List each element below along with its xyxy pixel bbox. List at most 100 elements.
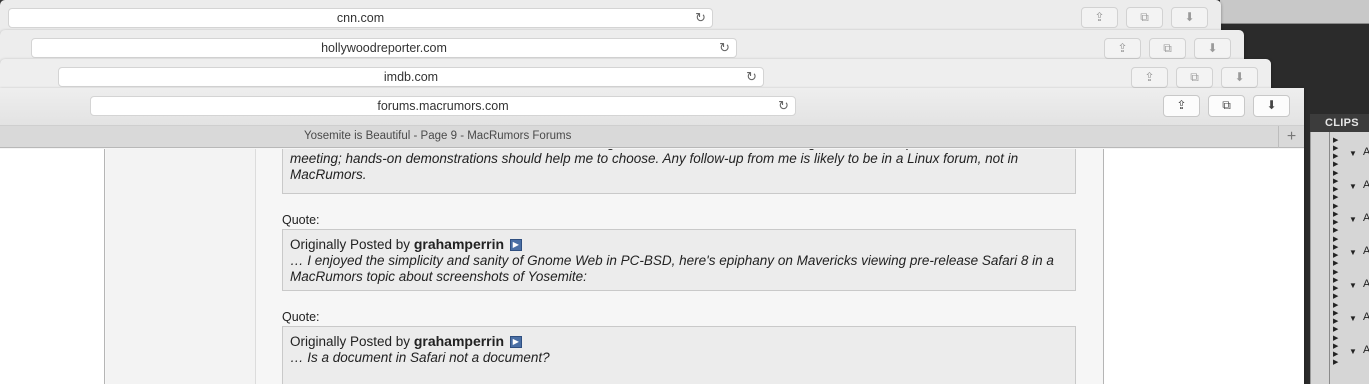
share-icon: ⇪ xyxy=(1117,41,1128,55)
disclosure-small-icon: ▶ xyxy=(1333,170,1339,177)
disclosure-small-icon: ▶ xyxy=(1333,260,1339,267)
download-icon: ⬇ xyxy=(1184,10,1195,24)
disclosure-small-icon: ▶ xyxy=(1333,219,1339,226)
tabs-icon: ⧉ xyxy=(1222,98,1231,112)
url-text: hollywoodreporter.com xyxy=(321,41,447,55)
disclosure-small-icon: ▶ xyxy=(1333,186,1339,193)
disclosure-small-icon: ▶ xyxy=(1333,310,1339,317)
address-bar[interactable]: hollywoodreporter.com ↻ xyxy=(31,38,737,58)
disclosure-small-icon: ▶ xyxy=(1333,277,1339,284)
view-post-icon[interactable]: ▶ xyxy=(509,336,522,349)
downloads-button[interactable]: ⬇ xyxy=(1194,38,1231,59)
show-tabs-button[interactable]: ⧉ xyxy=(1176,67,1213,88)
disclosure-down-icon[interactable]: ▼ xyxy=(1349,314,1357,323)
clips-panel: ▶ ▶ ▶ ▶ ▼ A ▶ ▶ ▶ ▶ ▼ A ▶ ▶ ▶ ▶ ▼ A ▶ ▶ ▶ ▶ ▼ A ▶ ▶ ▶ ▶ ▼ A ▶ ▶ ▶ ▶ ▼ A ▶ ▶ ▶ ▶… xyxy=(1310,132,1369,384)
disclosure-down-icon[interactable]: ▼ xyxy=(1349,281,1357,290)
clip-label: A xyxy=(1363,179,1369,191)
disclosure-small-icon: ▶ xyxy=(1333,244,1339,251)
tabs-icon: ⧉ xyxy=(1163,41,1172,55)
tab-active[interactable]: Yosemite is Beautiful - Page 9 - MacRumo… xyxy=(304,130,571,142)
disclosure-small-icon: ▶ xyxy=(1333,359,1339,366)
disclosure-small-icon: ▶ xyxy=(1333,178,1339,185)
clip-row[interactable]: ▶ ▶ ▶ ▶ ▼ A xyxy=(1311,334,1369,367)
quote-author[interactable]: grahamperrin xyxy=(414,236,504,252)
new-tab-button[interactable]: + xyxy=(1278,126,1304,148)
toolbar: forums.macrumors.com ↻ ⇪ ⧉ ⬇ xyxy=(0,88,1304,126)
address-bar[interactable]: cnn.com ↻ xyxy=(8,8,713,28)
disclosure-small-icon: ▶ xyxy=(1333,252,1339,259)
disclosure-small-icon: ▶ xyxy=(1333,326,1339,333)
clip-label: A xyxy=(1363,344,1369,356)
download-icon: ⬇ xyxy=(1207,41,1218,55)
quote-box-continued: combined. I'm familiar with Ubuntu but t… xyxy=(282,149,1076,194)
quote-author[interactable]: grahamperrin xyxy=(414,333,504,349)
disclosure-small-icon: ▶ xyxy=(1333,227,1339,234)
show-tabs-button[interactable]: ⧉ xyxy=(1126,7,1163,28)
address-bar[interactable]: forums.macrumors.com ↻ xyxy=(90,96,796,116)
disclosure-small-icon: ▶ xyxy=(1333,285,1339,292)
url-text: forums.macrumors.com xyxy=(377,99,509,113)
downloads-button[interactable]: ⬇ xyxy=(1221,67,1258,88)
disclosure-small-icon: ▶ xyxy=(1333,161,1339,168)
disclosure-small-icon: ▶ xyxy=(1333,236,1339,243)
tabs-icon: ⧉ xyxy=(1190,70,1199,84)
disclosure-down-icon[interactable]: ▼ xyxy=(1349,347,1357,356)
disclosure-down-icon[interactable]: ▼ xyxy=(1349,248,1357,257)
download-icon: ⬇ xyxy=(1266,98,1277,112)
disclosure-small-icon: ▶ xyxy=(1333,203,1339,210)
disclosure-small-icon: ▶ xyxy=(1333,137,1339,144)
downloads-button[interactable]: ⬇ xyxy=(1171,7,1208,28)
disclosure-small-icon: ▶ xyxy=(1333,335,1339,342)
share-icon: ⇪ xyxy=(1094,10,1105,24)
quote-text: … Is a document in Safari not a document… xyxy=(290,350,550,365)
background-app-titlebar xyxy=(1220,0,1369,24)
quote-label: Quote: xyxy=(282,310,320,324)
address-bar[interactable]: imdb.com ↻ xyxy=(58,67,764,87)
clip-label: A xyxy=(1363,212,1369,224)
url-text: cnn.com xyxy=(336,11,385,25)
quote-text: … I enjoyed the simplicity and sanity of… xyxy=(290,253,1054,284)
share-button[interactable]: ⇪ xyxy=(1131,67,1168,88)
tab-bar: Yosemite is Beautiful - Page 9 - MacRumo… xyxy=(0,126,1304,148)
originally-posted-by: Originally Posted by xyxy=(290,237,411,252)
clip-row[interactable]: ▶ ▶ ▶ ▶ ▼ A xyxy=(1311,235,1369,268)
clip-row[interactable]: ▶ ▶ ▶ ▶ ▼ A xyxy=(1311,301,1369,334)
disclosure-down-icon[interactable]: ▼ xyxy=(1349,149,1357,158)
share-icon: ⇪ xyxy=(1176,98,1187,112)
disclosure-down-icon[interactable]: ▼ xyxy=(1349,215,1357,224)
disclosure-down-icon[interactable]: ▼ xyxy=(1349,182,1357,191)
view-post-icon[interactable]: ▶ xyxy=(509,239,522,252)
reload-icon[interactable]: ↻ xyxy=(778,99,789,113)
url-text: imdb.com xyxy=(383,70,439,84)
post-user-column xyxy=(106,149,256,384)
clip-label: A xyxy=(1363,146,1369,158)
share-button[interactable]: ⇪ xyxy=(1163,95,1200,117)
clip-row[interactable]: ▶ ▶ ▶ ▶ ▼ A xyxy=(1311,169,1369,202)
reload-icon[interactable]: ↻ xyxy=(719,41,730,55)
disclosure-small-icon: ▶ xyxy=(1333,269,1339,276)
clip-row[interactable]: ▶ ▶ ▶ ▶ ▼ A xyxy=(1311,202,1369,235)
share-icon: ⇪ xyxy=(1144,70,1155,84)
clip-row[interactable]: ▶ ▶ ▶ ▶ ▼ A xyxy=(1311,136,1369,169)
tabs-icon: ⧉ xyxy=(1140,10,1149,24)
disclosure-small-icon: ▶ xyxy=(1333,145,1339,152)
show-tabs-button[interactable]: ⧉ xyxy=(1149,38,1186,59)
clips-panel-title: CLIPS xyxy=(1310,114,1369,132)
share-button[interactable]: ⇪ xyxy=(1104,38,1141,59)
disclosure-small-icon: ▶ xyxy=(1333,211,1339,218)
reload-icon[interactable]: ↻ xyxy=(695,11,706,25)
clip-label: A xyxy=(1363,278,1369,290)
disclosure-small-icon: ▶ xyxy=(1333,302,1339,309)
clip-row[interactable]: ▶ ▶ ▶ ▶ ▼ A xyxy=(1311,268,1369,301)
downloads-button[interactable]: ⬇ xyxy=(1253,95,1290,117)
share-button[interactable]: ⇪ xyxy=(1081,7,1118,28)
disclosure-small-icon: ▶ xyxy=(1333,351,1339,358)
show-tabs-button[interactable]: ⧉ xyxy=(1208,95,1245,117)
disclosure-small-icon: ▶ xyxy=(1333,194,1339,201)
disclosure-small-icon: ▶ xyxy=(1333,153,1339,160)
disclosure-small-icon: ▶ xyxy=(1333,293,1339,300)
reload-icon[interactable]: ↻ xyxy=(746,70,757,84)
quote-label: Quote: xyxy=(282,213,320,227)
download-icon: ⬇ xyxy=(1234,70,1245,84)
quote-box: Originally Posted by grahamperrin ▶ … Is… xyxy=(282,326,1076,384)
